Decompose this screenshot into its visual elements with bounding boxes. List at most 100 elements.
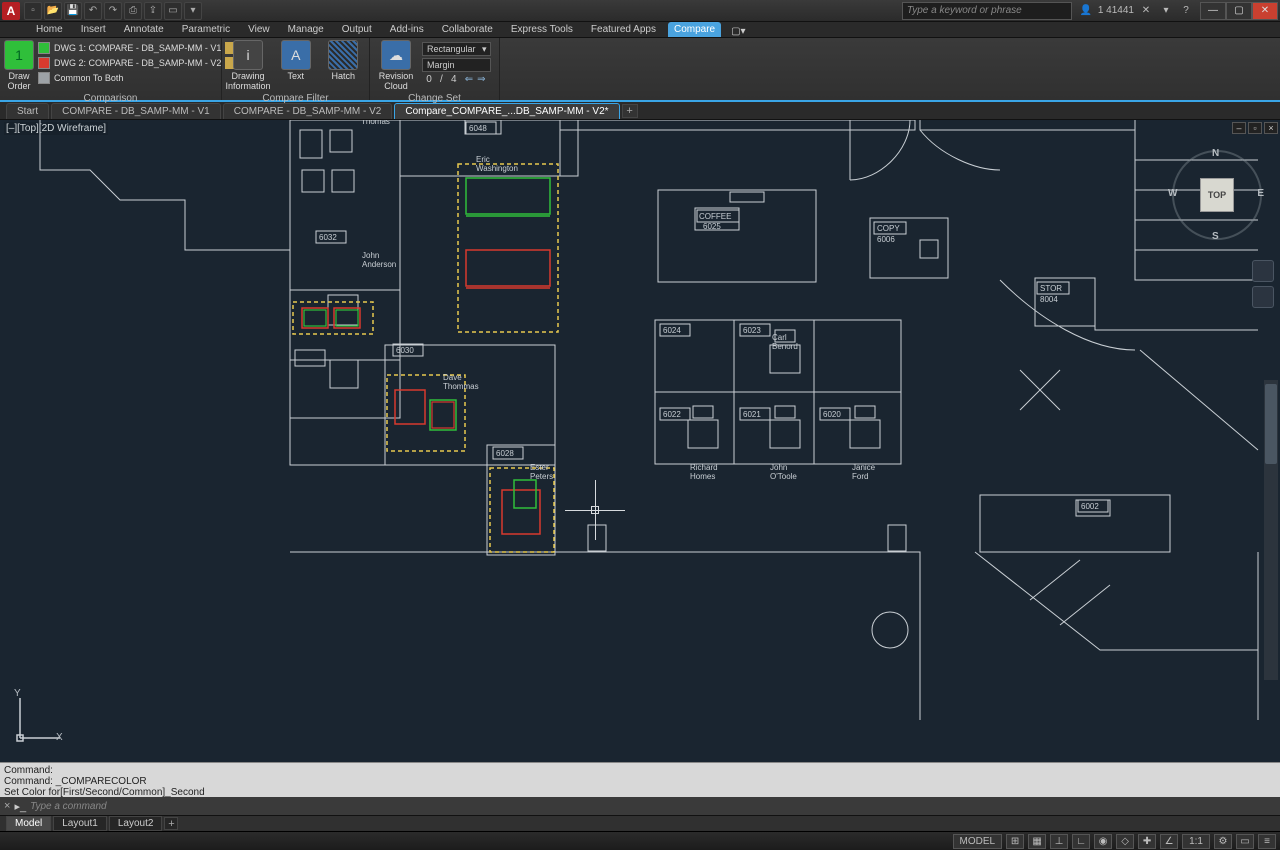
svg-text:6021: 6021	[743, 410, 761, 419]
modelspace-toggle[interactable]: MODEL	[953, 834, 1003, 849]
dwg2-row[interactable]: DWG 2: COMPARE - DB_SAMP-MM - V2	[38, 57, 237, 69]
grid-toggle-icon[interactable]: ⊞	[1006, 834, 1024, 849]
vertical-scrollbar[interactable]	[1264, 380, 1278, 680]
hatch-icon	[328, 40, 358, 70]
drawing-information-button[interactable]: i Drawing Information	[226, 40, 270, 91]
user-icon[interactable]: 👤	[1078, 3, 1094, 19]
tab-overflow-icon[interactable]: ▢▾	[727, 26, 747, 37]
drawing-canvas[interactable]: [–][Top][2D Wireframe] – ▫ ×	[0, 120, 1280, 762]
cloud-icon: ☁	[381, 40, 411, 70]
exchange-icon[interactable]: ✕	[1138, 3, 1154, 19]
layout-tab-layout1[interactable]: Layout1	[53, 816, 107, 831]
group-change-set: ☁ Revision Cloud Rectangular ▾ Margin 0/…	[370, 38, 500, 100]
window-maximize-button[interactable]: ▢	[1226, 2, 1252, 20]
tab-manage[interactable]: Manage	[282, 22, 330, 37]
workspace-icon[interactable]: ▭	[1236, 834, 1254, 849]
snap-toggle-icon[interactable]: ▦	[1028, 834, 1046, 849]
svg-text:6028: 6028	[496, 449, 514, 458]
svg-text:DaveThommas: DaveThommas	[443, 373, 479, 391]
customize-status-icon[interactable]: ≡	[1258, 834, 1276, 849]
qat-plot-icon[interactable]: ⎙	[124, 2, 142, 20]
viewcube-face[interactable]: TOP	[1200, 178, 1234, 212]
change-stepper[interactable]: 0/4 ⇐ ⇒	[422, 74, 491, 85]
svg-text:6032: 6032	[319, 233, 337, 242]
svg-text:JaniceFord: JaniceFord	[852, 463, 876, 481]
common-color-swatch[interactable]	[38, 72, 50, 84]
osnap-toggle-icon[interactable]: ◉	[1094, 834, 1112, 849]
quick-access-toolbar: ▫ 📂 💾 ↶ ↷ ⎙ ⇪ ▭ ▾	[24, 2, 202, 20]
new-file-tab-button[interactable]: +	[622, 104, 638, 118]
cloud-shape-select[interactable]: Rectangular ▾	[422, 42, 491, 56]
status-bar: MODEL ⊞ ▦ ⊥ ∟ ◉ ◇ ✚ ∠ 1:1 ⚙ ▭ ≡	[0, 831, 1280, 850]
viewcube[interactable]: TOP N S E W	[1172, 150, 1262, 240]
group-compare-filter: i Drawing Information A Text Hatch Compa…	[222, 38, 370, 100]
text-icon: A	[281, 40, 311, 70]
lineweight-toggle-icon[interactable]: ✚	[1138, 834, 1156, 849]
ribbon-panel: 1 Draw Order DWG 1: COMPARE - DB_SAMP-MM…	[0, 38, 1280, 102]
otrack-toggle-icon[interactable]: ◇	[1116, 834, 1134, 849]
qat-select-icon[interactable]: ▭	[164, 2, 182, 20]
annotation-scale[interactable]: 1:1	[1182, 834, 1210, 849]
title-right-cluster: 👤 1 41441 ✕ ▾ ?	[1078, 3, 1194, 19]
qat-redo-icon[interactable]: ↷	[104, 2, 122, 20]
floor-plan-svg: 6048 6032 6030 6028 6024 6023 6022 6021 …	[0, 120, 1280, 762]
tab-parametric[interactable]: Parametric	[176, 22, 236, 37]
command-chevron-icon: ▸_	[14, 800, 26, 813]
svg-text:JohnAnderson: JohnAnderson	[362, 251, 396, 269]
tab-output[interactable]: Output	[336, 22, 378, 37]
file-tab-v1[interactable]: COMPARE - DB_SAMP-MM - V1	[51, 103, 221, 119]
add-layout-button[interactable]: +	[164, 817, 178, 830]
help-icon[interactable]: ?	[1178, 3, 1194, 19]
tab-addins[interactable]: Add-ins	[384, 22, 430, 37]
file-tab-compare[interactable]: Compare_COMPARE_...DB_SAMP-MM - V2*	[394, 103, 619, 119]
navigation-bar[interactable]	[1252, 260, 1276, 308]
command-input[interactable]: Type a command	[30, 801, 107, 812]
layout-tab-model[interactable]: Model	[6, 816, 51, 831]
file-tab-start[interactable]: Start	[6, 103, 49, 119]
draw-order-icon: 1	[4, 40, 34, 70]
qat-undo-icon[interactable]: ↶	[84, 2, 102, 20]
tab-compare[interactable]: Compare	[668, 22, 721, 37]
tab-home[interactable]: Home	[30, 22, 69, 37]
window-minimize-button[interactable]: —	[1200, 2, 1226, 20]
text-filter-button[interactable]: A Text	[274, 40, 318, 81]
svg-text:6022: 6022	[663, 410, 681, 419]
common-row[interactable]: Common To Both	[38, 72, 237, 84]
tab-featured-apps[interactable]: Featured Apps	[585, 22, 662, 37]
search-input[interactable]: Type a keyword or phrase	[902, 2, 1072, 20]
svg-text:6006: 6006	[877, 235, 895, 244]
qat-open-icon[interactable]: 📂	[44, 2, 62, 20]
close-command-line-icon[interactable]: ×	[4, 800, 10, 812]
chevron-down-icon[interactable]: ▾	[1158, 3, 1174, 19]
cloud-margin-field[interactable]: Margin	[422, 58, 491, 72]
draw-order-button[interactable]: 1 Draw Order	[4, 40, 34, 91]
next-change-icon[interactable]: ⇒	[477, 74, 485, 85]
file-tab-v2[interactable]: COMPARE - DB_SAMP-MM - V2	[223, 103, 393, 119]
nav-wheel-icon[interactable]	[1252, 260, 1274, 282]
app-menu-button[interactable]: A	[2, 2, 20, 20]
gear-icon[interactable]: ⚙	[1214, 834, 1232, 849]
window-close-button[interactable]: ✕	[1252, 2, 1278, 20]
tab-collaborate[interactable]: Collaborate	[436, 22, 499, 37]
ortho-toggle-icon[interactable]: ⊥	[1050, 834, 1068, 849]
dwg1-row[interactable]: DWG 1: COMPARE - DB_SAMP-MM - V1	[38, 42, 237, 54]
qat-save-icon[interactable]: 💾	[64, 2, 82, 20]
svg-text:STOR: STOR	[1040, 284, 1062, 293]
transparency-toggle-icon[interactable]: ∠	[1160, 834, 1178, 849]
svg-text:6002: 6002	[1081, 502, 1099, 511]
revision-cloud-button[interactable]: ☁ Revision Cloud	[374, 40, 418, 91]
qat-dropdown-icon[interactable]: ▾	[184, 2, 202, 20]
qat-new-icon[interactable]: ▫	[24, 2, 42, 20]
layout-tab-layout2[interactable]: Layout2	[109, 816, 163, 831]
nav-pan-icon[interactable]	[1252, 286, 1274, 308]
qat-share-icon[interactable]: ⇪	[144, 2, 162, 20]
tab-view[interactable]: View	[242, 22, 276, 37]
dwg2-color-swatch[interactable]	[38, 57, 50, 69]
polar-toggle-icon[interactable]: ∟	[1072, 834, 1090, 849]
hatch-filter-button[interactable]: Hatch	[322, 40, 366, 81]
tab-express-tools[interactable]: Express Tools	[505, 22, 579, 37]
prev-change-icon[interactable]: ⇐	[465, 74, 473, 85]
tab-insert[interactable]: Insert	[75, 22, 112, 37]
dwg1-color-swatch[interactable]	[38, 42, 50, 54]
tab-annotate[interactable]: Annotate	[118, 22, 170, 37]
